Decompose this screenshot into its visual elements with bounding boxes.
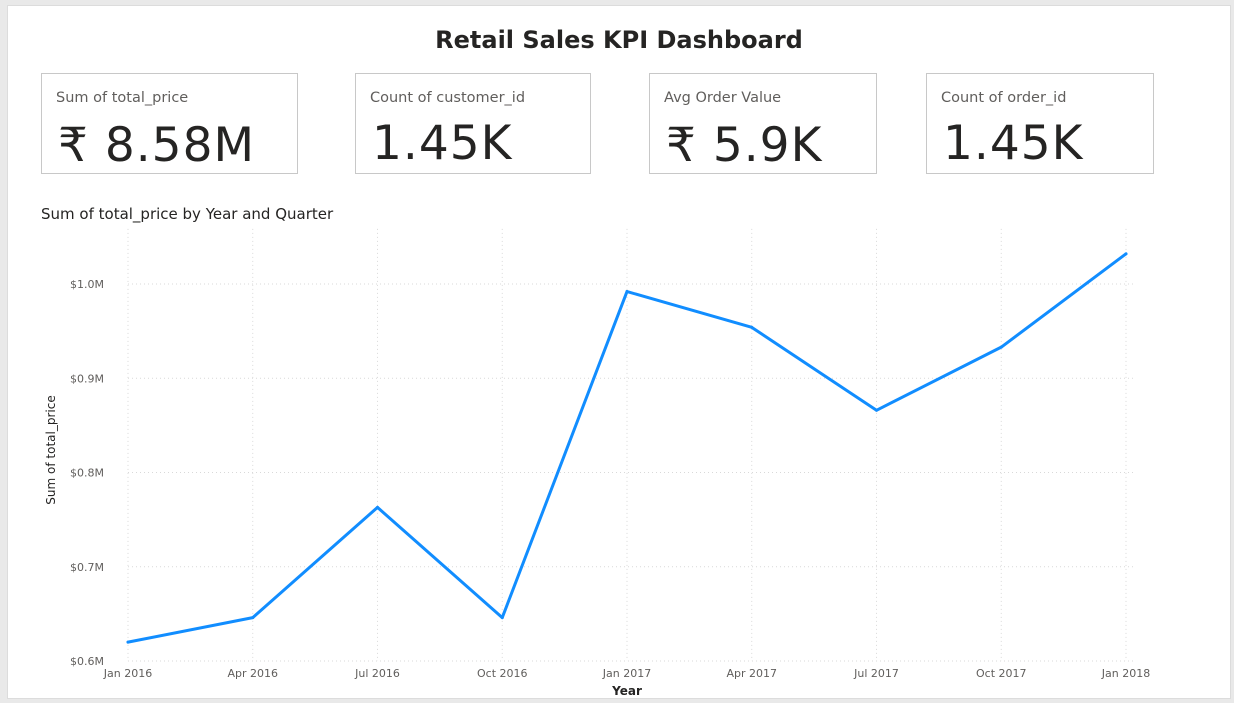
x-tick-label: Oct 2017 [976,667,1027,680]
y-axis-title: Sum of total_price [44,395,58,504]
x-tick-label: Jul 2017 [853,667,899,680]
y-tick-label: $0.8M [70,467,104,480]
data-point[interactable] [875,408,878,412]
line-chart[interactable]: $0.6M $0.7M $0.8M $0.9M $1.0M Jan 2016 Apr 201… [0,0,1234,703]
x-tick-label: Apr 2017 [726,667,777,680]
data-point[interactable] [376,505,379,509]
x-tick-label: Apr 2016 [227,667,278,680]
y-tick-label: $0.6M [70,655,104,668]
series-line[interactable] [126,252,1128,644]
data-point[interactable] [500,616,504,620]
data-point[interactable] [1124,252,1128,256]
data-point[interactable] [126,640,130,644]
y-tick-label: $0.7M [70,561,104,574]
data-point[interactable] [750,325,754,329]
x-axis-title: Year [611,684,642,698]
y-tick-label: $1.0M [70,278,104,291]
data-point[interactable] [625,290,629,294]
data-point[interactable] [251,616,255,620]
x-tick-label: Jan 2016 [103,667,152,680]
x-tick-label: Oct 2016 [477,667,528,680]
x-tick-label: Jan 2018 [1101,667,1150,680]
y-tick-label: $0.9M [70,372,104,385]
x-tick-label: Jul 2016 [354,667,400,680]
data-point[interactable] [999,345,1003,349]
x-tick-label: Jan 2017 [602,667,651,680]
